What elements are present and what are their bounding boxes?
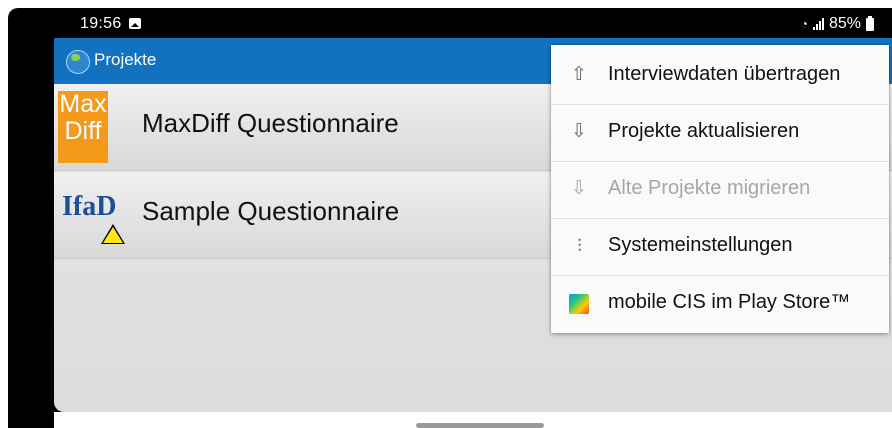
menu-item-label: mobile CIS im Play Store™ <box>608 291 851 313</box>
warning-fill <box>103 227 123 243</box>
settings-sliders-icon: ⫶ <box>577 236 582 256</box>
menu-item-label: Systemeinstellungen <box>608 234 793 256</box>
upload-icon: ⇧ <box>571 64 587 85</box>
battery-icon <box>866 15 874 31</box>
menu-item-system-settings[interactable]: ⫶ Systemeinstellungen <box>551 218 889 276</box>
menu-item-label: Interviewdaten übertragen <box>608 63 841 85</box>
menu-item-label: Alte Projekte migrieren <box>608 177 811 199</box>
maxdiff-logo: Max Diff <box>58 91 108 163</box>
play-store-icon <box>569 294 589 314</box>
menu-item-play-store[interactable]: mobile CIS im Play Store™ <box>551 275 889 332</box>
download-icon: ⇩ <box>571 178 587 199</box>
project-title: MaxDiff Questionnaire <box>142 108 399 138</box>
battery-text: 85% <box>828 15 861 32</box>
menu-item-label: Projekte aktualisieren <box>608 120 800 142</box>
cis-logo-icon <box>66 50 90 74</box>
wifi-icon: ◔ <box>800 17 808 31</box>
status-bar: 19:56 ◔ 85% <box>8 8 892 38</box>
app-title: Projekte <box>94 50 157 69</box>
menu-item-migrate-old-projects: ⇩ Alte Projekte migrieren <box>551 161 889 219</box>
status-time: 19:56 <box>80 15 122 32</box>
download-icon: ⇩ <box>571 121 587 142</box>
project-title: Sample Questionnaire <box>142 196 400 226</box>
status-icons: ◔ 85% <box>801 15 874 33</box>
signal-icon <box>812 18 824 30</box>
gallery-icon <box>129 18 141 29</box>
overflow-menu: ⇧ Interviewdaten übertragen ⇩ Projekte a… <box>551 45 889 333</box>
menu-item-transfer-interview-data[interactable]: ⇧ Interviewdaten übertragen <box>551 47 889 105</box>
home-gesture-bar[interactable] <box>416 423 544 428</box>
menu-item-update-projects[interactable]: ⇩ Projekte aktualisieren <box>551 104 889 162</box>
